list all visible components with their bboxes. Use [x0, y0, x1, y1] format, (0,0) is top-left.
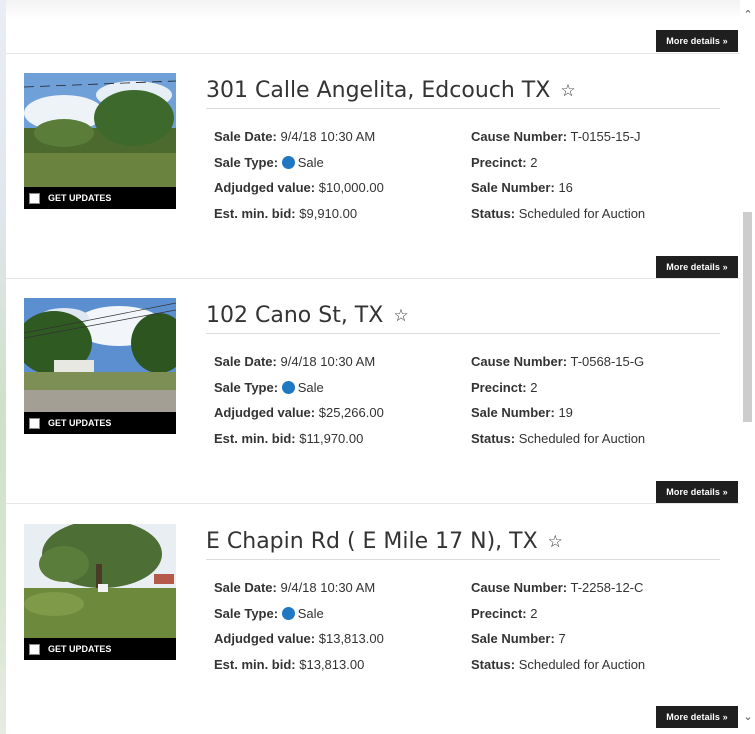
scroll-down-arrow-icon[interactable]: ⌄: [742, 710, 754, 724]
blue-dot-icon: [281, 380, 295, 394]
vertical-scrollbar[interactable]: ⌃ ⌄: [740, 0, 755, 734]
star-outline-icon[interactable]: ☆: [548, 532, 563, 552]
get-updates-checkbox[interactable]: [29, 643, 40, 655]
listing-title[interactable]: 301 Calle Angelita, Edcouch TX: [206, 78, 550, 103]
more-details-button[interactable]: More details »: [656, 30, 738, 52]
listing-card: GET UPDATES E Chapin Rd ( E Mile 17 N), …: [6, 502, 740, 727]
more-details-button[interactable]: More details »: [656, 481, 738, 503]
get-updates-bar[interactable]: GET UPDATES: [24, 187, 176, 209]
status-value: Scheduled for Auction: [518, 205, 646, 221]
min-bid-label: Est. min. bid:: [214, 656, 296, 672]
listing-title-row: 102 Cano St, TX ☆: [206, 298, 720, 334]
status-value: Scheduled for Auction: [518, 430, 646, 446]
adjudged-value: $25,266.00: [318, 405, 384, 420]
get-updates-bar[interactable]: GET UPDATES: [24, 412, 176, 434]
adjudged-value: $13,813.00: [318, 631, 384, 646]
sale-number-value: 16: [558, 180, 573, 195]
get-updates-checkbox[interactable]: [29, 417, 40, 429]
precinct-value: 2: [530, 154, 538, 170]
cause-number-label: Cause Number:: [471, 580, 568, 595]
get-updates-label: GET UPDATES: [48, 418, 112, 428]
cause-number-value: T-2258-12-C: [570, 580, 644, 595]
listing-title-row: E Chapin Rd ( E Mile 17 N), TX ☆: [206, 524, 720, 560]
status-label: Status:: [471, 430, 516, 446]
precinct-label: Precinct:: [471, 379, 527, 395]
listing-title[interactable]: E Chapin Rd ( E Mile 17 N), TX: [206, 529, 538, 554]
listing-card: GET UPDATES 102 Cano St, TX ☆ Sale Date:…: [6, 276, 740, 501]
property-thumbnail[interactable]: GET UPDATES: [24, 73, 176, 209]
sale-number-value: 19: [558, 405, 573, 420]
min-bid-label: Est. min. bid:: [214, 430, 296, 446]
sale-type-label: Sale Type:: [214, 605, 279, 621]
sale-number-label: Sale Number:: [471, 180, 555, 195]
cause-number-label: Cause Number:: [471, 129, 568, 144]
cause-number-value: T-0155-15-J: [570, 129, 641, 144]
min-bid-value: $9,910.00: [299, 205, 358, 221]
precinct-label: Precinct:: [471, 154, 527, 170]
cause-number-label: Cause Number:: [471, 354, 568, 369]
status-label: Status:: [471, 205, 516, 221]
more-details-button[interactable]: More details »: [656, 256, 738, 278]
precinct-value: 2: [530, 379, 538, 395]
property-photo: [24, 298, 176, 412]
sale-number-label: Sale Number:: [471, 405, 555, 420]
blue-dot-icon: [281, 155, 295, 169]
get-updates-label: GET UPDATES: [48, 193, 112, 203]
sale-type-value: Sale: [297, 605, 324, 621]
adjudged-value-label: Adjudged value:: [214, 631, 316, 646]
list-top-edge: [6, 0, 740, 20]
property-thumbnail[interactable]: GET UPDATES: [24, 524, 176, 660]
sale-type-label: Sale Type:: [214, 154, 279, 170]
precinct-value: 2: [530, 605, 538, 621]
listing-card: GET UPDATES 301 Calle Angelita, Edcouch …: [6, 51, 740, 276]
property-thumbnail[interactable]: GET UPDATES: [24, 298, 176, 434]
status-value: Scheduled for Auction: [518, 656, 646, 672]
scrollbar-thumb[interactable]: [743, 212, 752, 422]
blue-dot-icon: [281, 606, 295, 620]
adjudged-value: $10,000.00: [318, 180, 384, 195]
min-bid-label: Est. min. bid:: [214, 205, 296, 221]
sale-date-value: 9/4/18 10:30 AM: [280, 129, 376, 144]
adjudged-value-label: Adjudged value:: [214, 405, 316, 420]
sale-number-label: Sale Number:: [471, 631, 555, 646]
cause-number-value: T-0568-15-G: [570, 354, 645, 369]
sale-number-value: 7: [558, 631, 566, 646]
get-updates-bar[interactable]: GET UPDATES: [24, 638, 176, 660]
scroll-up-arrow-icon[interactable]: ⌃: [742, 8, 754, 22]
star-outline-icon[interactable]: ☆: [560, 81, 575, 101]
get-updates-label: GET UPDATES: [48, 644, 112, 654]
sale-date-label: Sale Date:: [214, 354, 277, 369]
adjudged-value-label: Adjudged value:: [214, 180, 316, 195]
precinct-label: Precinct:: [471, 605, 527, 621]
status-label: Status:: [471, 656, 516, 672]
min-bid-value: $11,970.00: [299, 430, 364, 446]
star-outline-icon[interactable]: ☆: [393, 306, 408, 326]
sale-date-label: Sale Date:: [214, 129, 277, 144]
property-photo: [24, 524, 176, 638]
listing-title[interactable]: 102 Cano St, TX: [206, 303, 383, 328]
sale-date-label: Sale Date:: [214, 580, 277, 595]
more-details-button[interactable]: More details »: [656, 706, 738, 728]
sale-type-value: Sale: [297, 379, 324, 395]
min-bid-value: $13,813.00: [299, 656, 365, 672]
sale-date-value: 9/4/18 10:30 AM: [280, 580, 376, 595]
sale-type-value: Sale: [297, 154, 324, 170]
sale-date-value: 9/4/18 10:30 AM: [280, 354, 376, 369]
get-updates-checkbox[interactable]: [29, 192, 40, 204]
listing-title-row: 301 Calle Angelita, Edcouch TX ☆: [206, 73, 720, 109]
sale-type-label: Sale Type:: [214, 379, 279, 395]
property-photo: [24, 73, 176, 187]
